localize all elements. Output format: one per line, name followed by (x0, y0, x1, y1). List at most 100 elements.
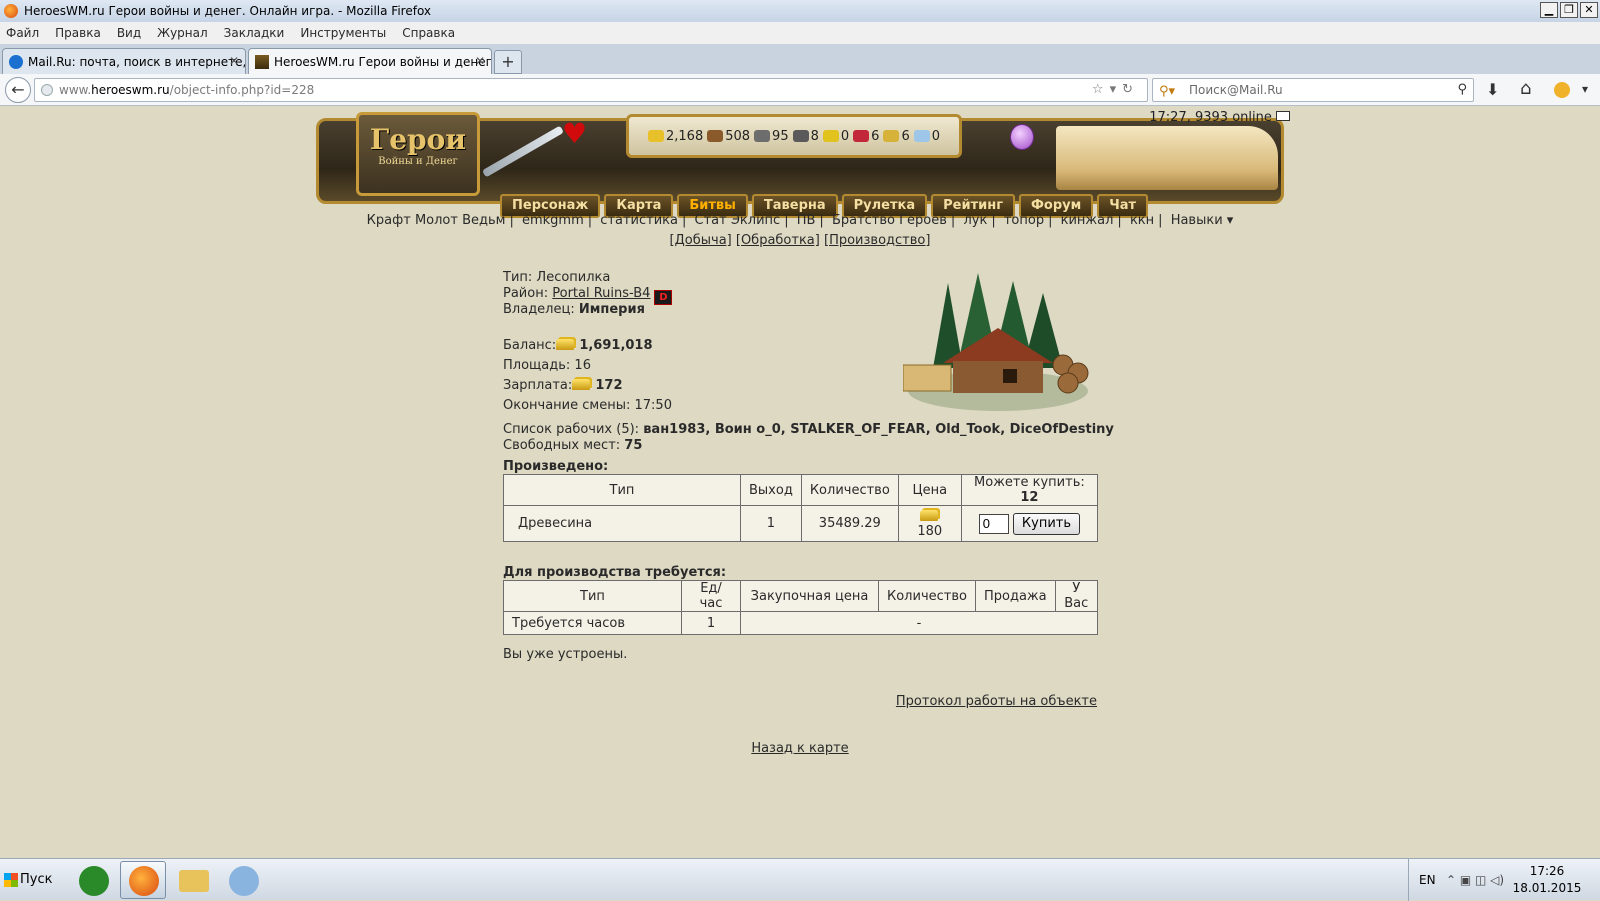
menu-tools[interactable]: Инструменты (300, 26, 386, 40)
workers-label: Список рабочих (5): (503, 422, 640, 437)
window-title: HeroesWM.ru Герои войны и денег. Онлайн … (24, 4, 432, 18)
menu-chevron-icon[interactable]: ▾ (1582, 82, 1588, 96)
col-you-have: У Вас (1054, 580, 1099, 612)
link-pv[interactable]: ПВ (797, 213, 816, 228)
resource-value: 0 (931, 128, 940, 144)
gold-icon (556, 339, 575, 350)
salary-value: 172 (595, 378, 623, 393)
link-processing[interactable]: [Обработка] (736, 233, 820, 248)
skills-dropdown[interactable]: Навыки ▾ (1171, 213, 1234, 228)
tab-mailru[interactable]: Mail.Ru: почта, поиск в интернете, н... … (2, 48, 246, 74)
back-button[interactable]: ← (5, 77, 31, 103)
link-stats[interactable]: статистика (600, 213, 678, 228)
close-button[interactable]: ✕ (1580, 2, 1598, 18)
game-header: Герои Войны и Денег ♥ 2,168 508 95 8 0 6… (316, 112, 1284, 218)
mailru-icon (9, 54, 23, 69)
addon-icon[interactable] (1554, 82, 1570, 98)
show-desktop-button[interactable] (1586, 859, 1600, 901)
link-emkgmm[interactable]: emkgmm (522, 213, 584, 228)
back-to-map-link[interactable]: Назад к карте (0, 741, 1600, 756)
clock[interactable]: 17:26 18.01.2015 (1510, 859, 1584, 901)
link-bow[interactable]: лук (963, 213, 987, 228)
address-bar[interactable]: www.heroeswm.ru/object-info.php?id=228 ☆… (34, 78, 1148, 102)
free-slots-value: 75 (624, 438, 643, 453)
start-button[interactable]: Пуск (2, 867, 52, 893)
taskbar-firefox[interactable] (120, 861, 166, 899)
mail-icon[interactable] (1276, 111, 1290, 121)
server-time: 17:27, 9393 online (1149, 110, 1290, 125)
menu-file[interactable]: Файл (6, 26, 39, 40)
firefox-icon (129, 866, 159, 896)
page-content: Герои Войны и Денег ♥ 2,168 508 95 8 0 6… (0, 107, 1600, 855)
col-per-hour: Ед/час (681, 580, 741, 612)
taskbar-paint[interactable] (220, 861, 266, 899)
link-eclipse-stats[interactable]: Стат Эклипс (695, 213, 781, 228)
type-label: Тип: (503, 270, 533, 285)
health-heart-icon[interactable]: ♥ (562, 120, 587, 148)
buy-quantity-input[interactable] (978, 513, 1009, 534)
link-kkn[interactable]: ккн (1130, 213, 1154, 228)
resource-value: 0 (840, 128, 850, 144)
explorer-icon (179, 870, 209, 892)
restore-button[interactable]: ❐ (1560, 2, 1578, 18)
link-brotherhood[interactable]: Братство Героев (832, 213, 947, 228)
tray-icons[interactable]: ⌃ ▣ ◫ ◁) (1446, 859, 1504, 901)
workers-list[interactable]: ван1983, Воин о_0, STALKER_OF_FEAR, Old_… (643, 422, 1114, 437)
castle-illustration (1056, 126, 1278, 190)
home-icon[interactable]: ⌂ (1520, 78, 1531, 99)
mana-potion-icon[interactable] (1010, 124, 1034, 150)
language-indicator[interactable]: EN (1408, 859, 1436, 901)
menu-help[interactable]: Справка (402, 26, 455, 40)
menu-history[interactable]: Журнал (157, 26, 208, 40)
url-path: /object-info.php?id=228 (169, 83, 315, 97)
protocol-link[interactable]: Протокол работы на объекте (896, 694, 1097, 709)
produced-heading: Произведено: (503, 459, 609, 474)
bookmark-reload-icons[interactable]: ☆▾↻ (1092, 79, 1139, 101)
taskbar-explorer[interactable] (170, 861, 216, 899)
gold-icon (648, 130, 664, 142)
link-craft[interactable]: Крафт Молот Ведьм (367, 213, 506, 228)
can-buy-label: Можете купить: (974, 475, 1085, 490)
link-axe[interactable]: топор (1004, 213, 1044, 228)
required-type: Требуется часов (503, 611, 682, 635)
district-link[interactable]: Portal Ruins-B4 (552, 286, 650, 301)
diamond-icon (913, 130, 930, 142)
search-engine-icon[interactable]: ⚲▾ (1159, 81, 1175, 103)
quick-links: Крафт Молот Ведьм | emkgmm | статистика | С… (366, 213, 1234, 228)
col-type: Тип (503, 580, 682, 612)
price-value: 180 (917, 523, 943, 539)
resource-diamond: 0 (913, 128, 940, 144)
resource-crystal: 6 (853, 129, 879, 144)
search-input[interactable]: ⚲▾ Поиск@Mail.Ru ⚲ (1152, 78, 1474, 102)
taskbar-utorrent[interactable] (70, 861, 116, 899)
gold-icon (572, 379, 591, 390)
buy-button[interactable]: Купить (1012, 512, 1081, 535)
windows-logo-icon (4, 873, 18, 887)
close-tab-icon[interactable]: ✕ (229, 54, 239, 68)
game-logo[interactable]: Герои Войны и Денег (356, 112, 480, 196)
link-dagger[interactable]: кинжал (1061, 213, 1114, 228)
gold-icon (920, 509, 939, 521)
link-production[interactable]: [Производство] (824, 233, 930, 248)
new-tab-button[interactable]: + (494, 50, 522, 74)
minimize-button[interactable]: ▁ (1540, 2, 1558, 18)
menu-edit[interactable]: Правка (55, 26, 101, 40)
close-tab-icon[interactable]: ✕ (475, 54, 485, 68)
search-icon[interactable]: ⚲ (1457, 79, 1467, 101)
resource-mercury: 8 (792, 128, 819, 144)
tab-heroeswm[interactable]: HeroesWM.ru Герои войны и денег. ... ✕ (248, 48, 492, 74)
utorrent-icon (79, 866, 109, 896)
logo-title: Герои (369, 123, 467, 156)
menu-bookmarks[interactable]: Закладки (224, 26, 285, 40)
menu-view[interactable]: Вид (117, 26, 141, 40)
output-value: 1 (740, 505, 802, 542)
wood-icon (707, 130, 724, 142)
link-mining[interactable]: [Добыча] (670, 233, 732, 248)
firefox-icon (4, 4, 18, 18)
download-icon[interactable]: ⬇ (1486, 80, 1499, 99)
resource-value: 8 (810, 128, 819, 144)
free-slots-label: Свободных мест: (503, 438, 621, 453)
search-placeholder: Поиск@Mail.Ru (1189, 83, 1283, 97)
crystal-icon (853, 130, 870, 142)
balance-value: 1,691,018 (579, 338, 653, 353)
